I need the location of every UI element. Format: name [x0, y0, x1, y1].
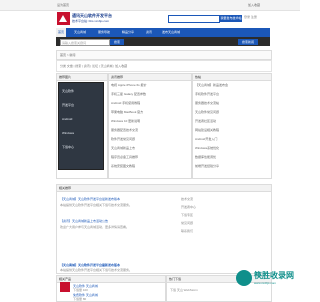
related-section: 相关推荐 【天山商城】天山软件开发平台最新发布版本 本站提供天山软件开发平台相关… — [56, 184, 272, 290]
tags-text[interactable]: 分类 文章 | 搜索 | 资讯 | 论坛 | 天山商城 | 加入收藏 — [60, 64, 127, 68]
panel-hot-posts: 热帖 【天山商城】新品发布会 手机软件开发平台 服务器技术交流帖 天山软件常见问… — [192, 73, 272, 179]
publish-button[interactable]: 我要发布技术帖 — [220, 15, 242, 22]
list-item[interactable]: 程序员必备工具推荐 — [111, 155, 138, 159]
add-favorite-link[interactable]: 加入收藏 — [248, 3, 260, 7]
list-item[interactable]: Android开发入门 — [195, 137, 217, 141]
image-caption: 下载中心 — [62, 145, 75, 149]
image-caption: 开发平台 — [62, 103, 75, 107]
related-title: 相关推荐 — [57, 185, 271, 192]
bottom-left-title: 相关产品 — [57, 276, 165, 283]
nav-item-news[interactable]: 资讯 — [144, 28, 154, 37]
related-item-title[interactable]: 【天山商城】天山软件开发平台最新发布版本 — [60, 197, 120, 201]
list-item[interactable]: 软件开发常见问题 — [111, 137, 135, 141]
side-link[interactable]: 联系我们 — [181, 229, 193, 233]
side-link[interactable]: 技术交流 — [181, 197, 193, 201]
breadcrumb-text: 首页 > 新闻 — [60, 53, 76, 57]
image-caption: Windows — [62, 131, 75, 135]
related-products: 相关产品 天山软件 天山商城 下载量 100 免费软件 天山商城 下载量 80 — [56, 275, 166, 302]
list-item[interactable]: 苹果电脑 MacBook 官方 — [111, 110, 143, 114]
download-item[interactable]: 下载 天山 WebStorm — [170, 288, 198, 292]
side-link[interactable]: 开发者中心 — [181, 205, 196, 209]
nav-item-share[interactable]: 精品分享 — [120, 28, 136, 37]
list-item[interactable]: 手机软件开发平台 — [195, 92, 219, 96]
list-item[interactable]: Android 手机使用教程 — [111, 101, 140, 105]
list-item[interactable]: Windows 10 更新说明 — [111, 119, 140, 123]
watermark-subtext: www.xxxbjs.com — [254, 281, 277, 285]
list-item[interactable]: 系统安装图文教程 — [111, 164, 135, 168]
list-item[interactable]: 服务器技术交流帖 — [195, 101, 219, 105]
product-meta: 下载量 100 — [73, 288, 88, 292]
tags-row: 分类 文章 | 搜索 | 资讯 | 论坛 | 天山商城 | 加入收藏 — [56, 60, 272, 72]
search-news-button[interactable]: 搜索新闻 — [238, 39, 258, 45]
list-item[interactable]: 天山软件常见问题 — [195, 110, 219, 114]
list-item[interactable]: Windows系统优化 — [195, 146, 219, 150]
list-item[interactable]: 【天山商城】新品发布会 — [195, 83, 228, 87]
panel-news: 资讯推荐 电视 Apple iPhone 6s 报价 手机三星 Galaxy 配… — [108, 73, 192, 179]
list-item[interactable]: 开发者社区活动 — [195, 119, 216, 123]
search-button[interactable]: 搜索 — [110, 39, 124, 45]
related-item-title[interactable]: 【资讯】天山商城新品上市活动公告 — [60, 219, 108, 223]
nav-item-service[interactable]: 服务导航 — [96, 28, 112, 37]
panel-title: 资讯推荐 — [109, 74, 191, 81]
watermark: 筷胜收录网 www.xxxbjs.com — [236, 268, 296, 290]
panel-title: 推荐图片 — [57, 74, 107, 81]
watermark-text: 筷胜收录网 — [254, 271, 294, 280]
header-search-input[interactable] — [168, 15, 220, 23]
watermark-logo-icon — [236, 270, 252, 286]
side-link[interactable]: 常见问题 — [181, 221, 193, 225]
product-logo-icon[interactable] — [60, 282, 70, 292]
list-item[interactable]: 天山商城新品上市 — [111, 146, 135, 150]
site-url: 技术平台站: bbs.xxxbjs.com — [72, 19, 110, 23]
login-register-links[interactable]: 登录 注册 — [244, 15, 257, 19]
image-caption: Android — [62, 117, 73, 121]
list-item[interactable]: 网站建设相关教程 — [195, 128, 219, 132]
related-item-title[interactable]: 【天山商城】天山软件开发平台最新发布版本 — [60, 263, 120, 267]
breadcrumb: 首页 > 新闻 — [56, 50, 272, 60]
list-item[interactable]: 数据库性能调优 — [195, 155, 216, 159]
product-meta: 下载量 80 — [73, 297, 87, 301]
side-link[interactable]: 下载专区 — [181, 213, 193, 217]
image-caption: 天山软件 — [62, 89, 75, 93]
nav-item-mall[interactable]: 天山商城 — [72, 28, 88, 37]
list-item[interactable]: 服务器配置技术交流 — [111, 128, 138, 132]
search-input[interactable]: 请输入搜索关键词 — [60, 39, 110, 46]
related-item-desc: 欢迎广大用户参与天山商城活动，更多详情请查看。 — [60, 225, 130, 229]
list-item[interactable]: 电视 Apple iPhone 6s 报价 — [111, 83, 147, 87]
top-bar: 设为首页 加入收藏 — [0, 0, 300, 11]
related-item-desc: 本站提供天山软件开发平台相关下载与技术交流服务。 — [60, 268, 133, 272]
recommended-image[interactable]: 天山软件 开发平台 Android Windows 下载中心 — [58, 82, 104, 170]
list-item[interactable]: 手机三星 Galaxy 配置参数 — [111, 92, 146, 96]
related-item-desc: 本站提供天山软件开发平台相关下载与技术交流服务。 — [60, 203, 133, 207]
nav-item-home[interactable]: 首页 — [56, 28, 67, 37]
list-item[interactable]: 前端开发经验分享 — [195, 164, 219, 168]
panel-title: 热帖 — [193, 74, 271, 81]
main-nav: 首页 天山商城 服务导航 精品分享 资讯 发布天山商城 — [56, 28, 270, 37]
set-homepage-link[interactable]: 设为首页 — [57, 3, 69, 7]
search-placeholder: 请输入搜索关键词 — [62, 41, 87, 45]
nav-item-publish[interactable]: 发布天山商城 — [160, 28, 182, 37]
site-logo-icon[interactable] — [57, 12, 70, 25]
